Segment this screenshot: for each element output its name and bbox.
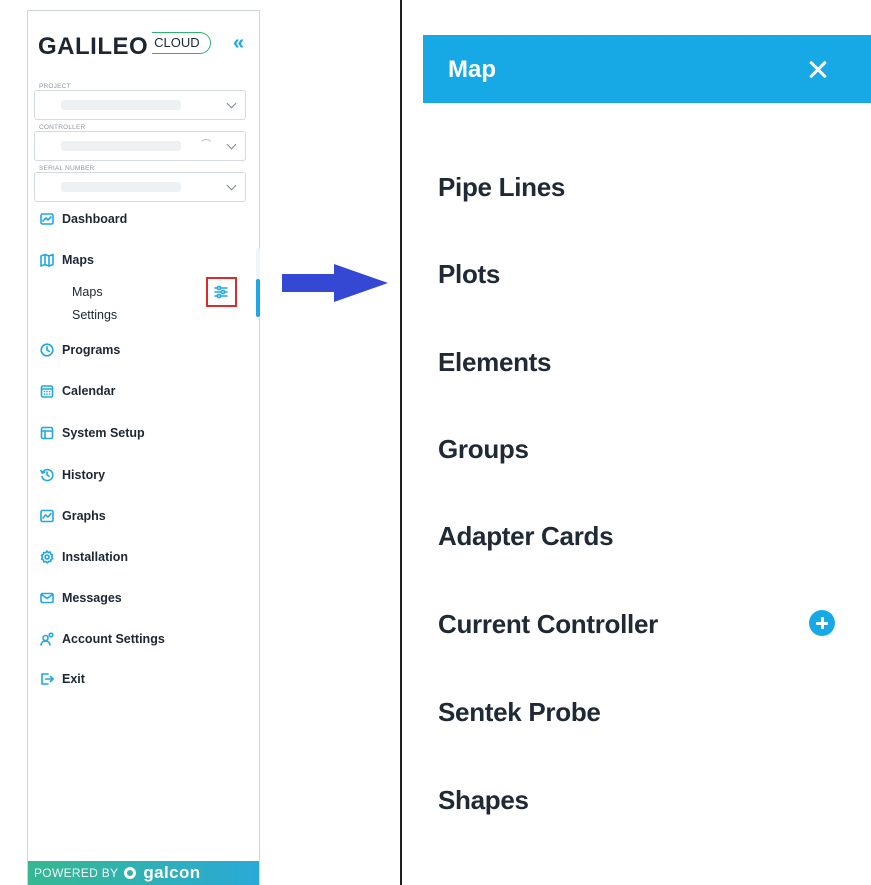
nav-item-programs[interactable]: Programs [40,340,120,360]
controller-select[interactable]: CONTROLLER [34,124,246,161]
gear-icon [40,550,54,564]
scrollbar-thumb[interactable] [256,279,260,317]
powered-by-footer: POWERED BY galcon [28,861,259,885]
nav-item-history[interactable]: History [40,465,105,485]
map-item-current-controller[interactable]: Current Controller [438,609,658,640]
sub-item-settings[interactable]: Settings [72,308,117,322]
nav-label-exit: Exit [62,672,85,686]
signal-icon [199,139,213,153]
map-panel-header: Map [423,35,871,103]
project-label: PROJECT [37,83,73,90]
nav-item-maps[interactable]: Maps [40,250,94,270]
nav-item-graphs[interactable]: Graphs [40,506,106,526]
dashboard-icon [40,212,54,226]
account-icon [40,632,54,646]
plus-circle-icon[interactable] [809,610,835,636]
chevron-down-icon [226,98,237,109]
powered-by-brand: galcon [143,863,201,882]
nav-label-graphs: Graphs [62,509,106,523]
serial-number-label: SERIAL NUMBER [37,165,97,172]
nav-label-system-setup: System Setup [62,426,145,440]
arrow-right-icon [282,264,388,302]
serial-number-value [61,182,181,192]
sub-item-maps[interactable]: Maps [72,285,103,299]
map-icon [40,253,54,267]
nav-label-messages: Messages [62,591,122,605]
controller-value [61,141,181,151]
nav-item-exit[interactable]: Exit [40,669,85,689]
brand-name: GALILEO [38,33,149,60]
map-item-shapes[interactable]: Shapes [438,785,529,816]
map-item-groups[interactable]: Groups [438,434,529,465]
nav-label-history: History [62,468,106,482]
nav-item-messages[interactable]: Messages [40,588,122,608]
nav-item-calendar[interactable]: Calendar [40,381,116,401]
graph-icon [40,509,54,523]
nav-label-dashboard: Dashboard [62,212,128,226]
history-icon [40,468,54,482]
nav-label-calendar: Calendar [62,384,116,398]
exit-icon [40,672,54,686]
nav-label-maps: Maps [62,253,94,267]
collapse-sidebar-button[interactable]: « [233,32,244,55]
map-item-sentek-probe[interactable]: Sentek Probe [438,697,601,728]
chevron-down-icon [226,180,237,191]
mail-icon [40,591,54,605]
map-item-plots[interactable]: Plots [438,259,500,290]
brand-logo: GALILEO CLOUD [38,31,211,63]
map-panel-title: Map [448,56,496,83]
project-value [61,100,181,110]
map-item-pipe-lines[interactable]: Pipe Lines [438,172,565,203]
filter-icon[interactable] [213,284,229,300]
clock-icon [40,343,54,357]
nav-label-programs: Programs [62,343,121,357]
nav-item-installation[interactable]: Installation [40,547,128,567]
system-setup-icon [40,426,54,440]
map-item-adapter-cards[interactable]: Adapter Cards [438,521,614,552]
serial-number-select[interactable]: SERIAL NUMBER [34,165,246,202]
powered-by-label: POWERED BY [34,866,119,880]
nav-item-dashboard[interactable]: Dashboard [40,209,127,229]
project-select[interactable]: PROJECT [34,83,246,120]
nav-item-account-settings[interactable]: Account Settings [40,629,165,649]
map-item-elements[interactable]: Elements [438,347,552,378]
controller-label: CONTROLLER [37,124,88,131]
nav-label-account-settings: Account Settings [62,632,165,646]
galcon-logo-icon [124,867,137,879]
brand-suffix: CLOUD [152,32,211,54]
nav-item-system-setup[interactable]: System Setup [40,423,145,443]
divider [400,0,402,885]
close-icon[interactable] [803,49,833,89]
chevron-down-icon [226,139,237,150]
sidebar: GALILEO CLOUD « PROJECT CONTROLLER SERIA… [27,10,260,885]
calendar-icon [40,384,54,398]
nav-label-installation: Installation [62,550,128,564]
